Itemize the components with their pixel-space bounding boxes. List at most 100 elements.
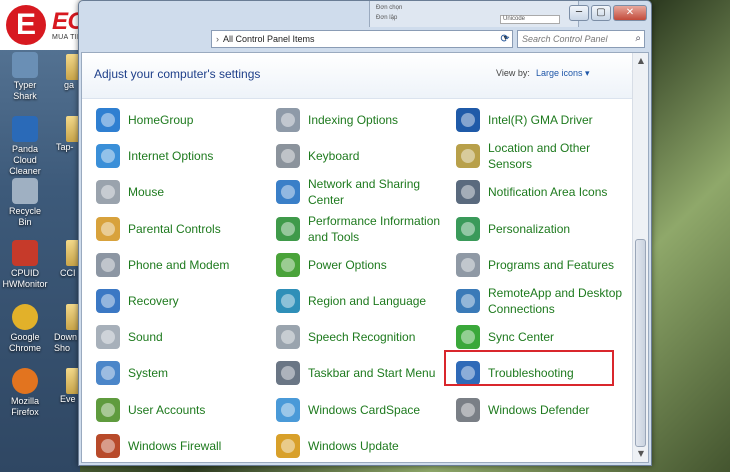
control-panel-item[interactable]: Internet Options: [96, 139, 268, 173]
phone-modem-icon: [96, 252, 120, 277]
control-panel-item[interactable]: Sound: [96, 320, 268, 354]
firefox-icon: [12, 368, 38, 394]
desktop-icon-label: Panda Cloud Cleaner: [9, 144, 41, 176]
control-panel-item-label: Mouse: [128, 185, 165, 200]
desktop-icon-label: Eve: [60, 394, 76, 404]
desktop-icon[interactable]: Typer Shark: [2, 52, 48, 102]
search-input[interactable]: Search Control Panel ⌕: [517, 30, 645, 48]
control-panel-item[interactable]: Programs and Features: [456, 248, 628, 282]
control-panel-item-label: Network and Sharing Center: [308, 177, 421, 208]
programs-features-icon: [456, 252, 480, 277]
search-icon[interactable]: ⌕: [635, 31, 641, 47]
refresh-icon[interactable]: ⟳: [497, 30, 513, 48]
control-panel-item[interactable]: Phone and Modem: [96, 248, 268, 282]
window-controls: ─ ▢ ✕: [567, 5, 647, 21]
sound-icon: [96, 325, 120, 350]
network-sharing-icon: [276, 180, 300, 205]
indexing-options-icon: [276, 108, 300, 132]
desktop-icon-label: CPUID HWMonitor: [2, 268, 48, 289]
desktop-icon[interactable]: Google Chrome: [2, 304, 48, 354]
location-sensors-icon: [456, 144, 480, 169]
intel-gma-icon: [456, 108, 480, 132]
background-window: Đơn chọn Đơn lập Unicode: [369, 1, 579, 27]
internet-options-icon: [96, 144, 120, 169]
control-panel-item[interactable]: Parental Controls: [96, 212, 268, 246]
control-panel-item[interactable]: Windows Defender: [456, 393, 628, 427]
breadcrumb[interactable]: All Control Panel Items: [223, 34, 315, 44]
personalization-icon: [456, 216, 480, 241]
sync-center-icon: [456, 325, 480, 350]
desktop-icon-label: CCI: [60, 268, 76, 278]
control-panel-item[interactable]: Recovery: [96, 284, 268, 318]
mouse-icon: [96, 180, 120, 205]
recovery-icon: [96, 289, 120, 313]
desktop-icon[interactable]: Panda Cloud Cleaner: [2, 116, 48, 177]
taskbar-start-icon: [276, 361, 300, 386]
control-panel-item-label: RemoteApp and Desktop Connections: [488, 286, 623, 316]
control-panel-item[interactable]: User Accounts: [96, 393, 268, 427]
control-panel-item-label: Sound: [128, 330, 163, 345]
control-panel-item[interactable]: Taskbar and Start Menu: [276, 356, 448, 390]
desktop-icon-label: ga: [64, 80, 75, 90]
scrollbar[interactable]: ▲ ▼: [632, 53, 648, 462]
speech-recognition-icon: [276, 325, 300, 350]
control-panel-item-label: Location and Other Sensors: [488, 141, 591, 172]
typer-shark-icon: [12, 52, 38, 78]
system-icon: [96, 361, 120, 386]
highlight-box: [444, 350, 614, 386]
control-panel-item[interactable]: RemoteApp and Desktop Connections: [456, 284, 628, 318]
cardspace-icon: [276, 397, 300, 422]
close-button[interactable]: ✕: [613, 5, 647, 21]
control-panel-item[interactable]: Indexing Options: [276, 103, 448, 137]
recycle-bin-icon: [12, 178, 38, 204]
notification-area-icon: [456, 180, 480, 205]
control-panel-item[interactable]: Intel(R) GMA Driver: [456, 103, 628, 137]
desktop-icon[interactable]: Mozilla Firefox: [2, 368, 48, 418]
bg-window-option: Đơn chọn: [376, 5, 403, 11]
scroll-up-icon[interactable]: ▲: [633, 53, 648, 69]
desktop-icon-label: Recycle Bin: [8, 206, 41, 227]
desktop-icon[interactable]: CPUID HWMonitor: [2, 240, 48, 290]
windows-update-icon: [276, 433, 300, 458]
address-bar[interactable]: › All Control Panel Items ▼: [211, 30, 513, 48]
control-panel-item[interactable]: Windows Update: [276, 429, 448, 462]
parental-controls-icon: [96, 216, 120, 241]
control-panel-item[interactable]: Windows CardSpace: [276, 393, 448, 427]
control-panel-item-label: Speech Recognition: [308, 330, 416, 345]
view-by-dropdown[interactable]: Large icons ▾: [536, 68, 590, 79]
control-panel-item-label: Personalization: [488, 221, 571, 236]
control-panel-item[interactable]: System: [96, 356, 268, 390]
remoteapp-icon: [456, 289, 480, 313]
maximize-button[interactable]: ▢: [591, 5, 611, 21]
control-panel-item[interactable]: Power Options: [276, 248, 448, 282]
control-panel-item[interactable]: Location and Other Sensors: [456, 139, 628, 173]
control-panel-item[interactable]: Keyboard: [276, 139, 448, 173]
control-panel-item[interactable]: Network and Sharing Center: [276, 175, 448, 209]
keyboard-icon: [276, 144, 300, 169]
control-panel-item[interactable]: HomeGroup: [96, 103, 268, 137]
control-panel-item[interactable]: Mouse: [96, 175, 268, 209]
search-placeholder: Search Control Panel: [522, 34, 608, 44]
control-panel-item[interactable]: Notification Area Icons: [456, 175, 628, 209]
desktop-icon-label: Typer Shark: [13, 80, 37, 101]
control-panel-item[interactable]: Personalization: [456, 212, 628, 246]
scroll-down-icon[interactable]: ▼: [633, 446, 648, 462]
title-bar[interactable]: Đơn chọn Đơn lập Unicode ─ ▢ ✕: [79, 1, 651, 27]
region-language-icon: [276, 289, 300, 313]
minimize-button[interactable]: ─: [569, 5, 589, 21]
control-panel-item[interactable]: Region and Language: [276, 284, 448, 318]
control-panel-item-label: Phone and Modem: [128, 257, 230, 272]
control-panel-item[interactable]: Performance Information and Tools: [276, 212, 448, 246]
windows-firewall-icon: [96, 433, 120, 458]
control-panel-item-label: Notification Area Icons: [488, 185, 608, 200]
breadcrumb-separator: ›: [216, 34, 219, 44]
desktop-icon[interactable]: Recycle Bin: [2, 178, 48, 228]
control-panel-item-label: System: [128, 366, 169, 381]
bg-window-field: Unicode: [500, 15, 560, 24]
control-panel-item-label: Recovery: [128, 294, 179, 308]
control-panel-item[interactable]: Windows Firewall: [96, 429, 268, 462]
scrollbar-thumb[interactable]: [635, 239, 646, 447]
panda-cloud-icon: [12, 116, 38, 142]
content-pane: Adjust your computer's settings View by:…: [81, 52, 649, 463]
control-panel-item[interactable]: Speech Recognition: [276, 320, 448, 354]
